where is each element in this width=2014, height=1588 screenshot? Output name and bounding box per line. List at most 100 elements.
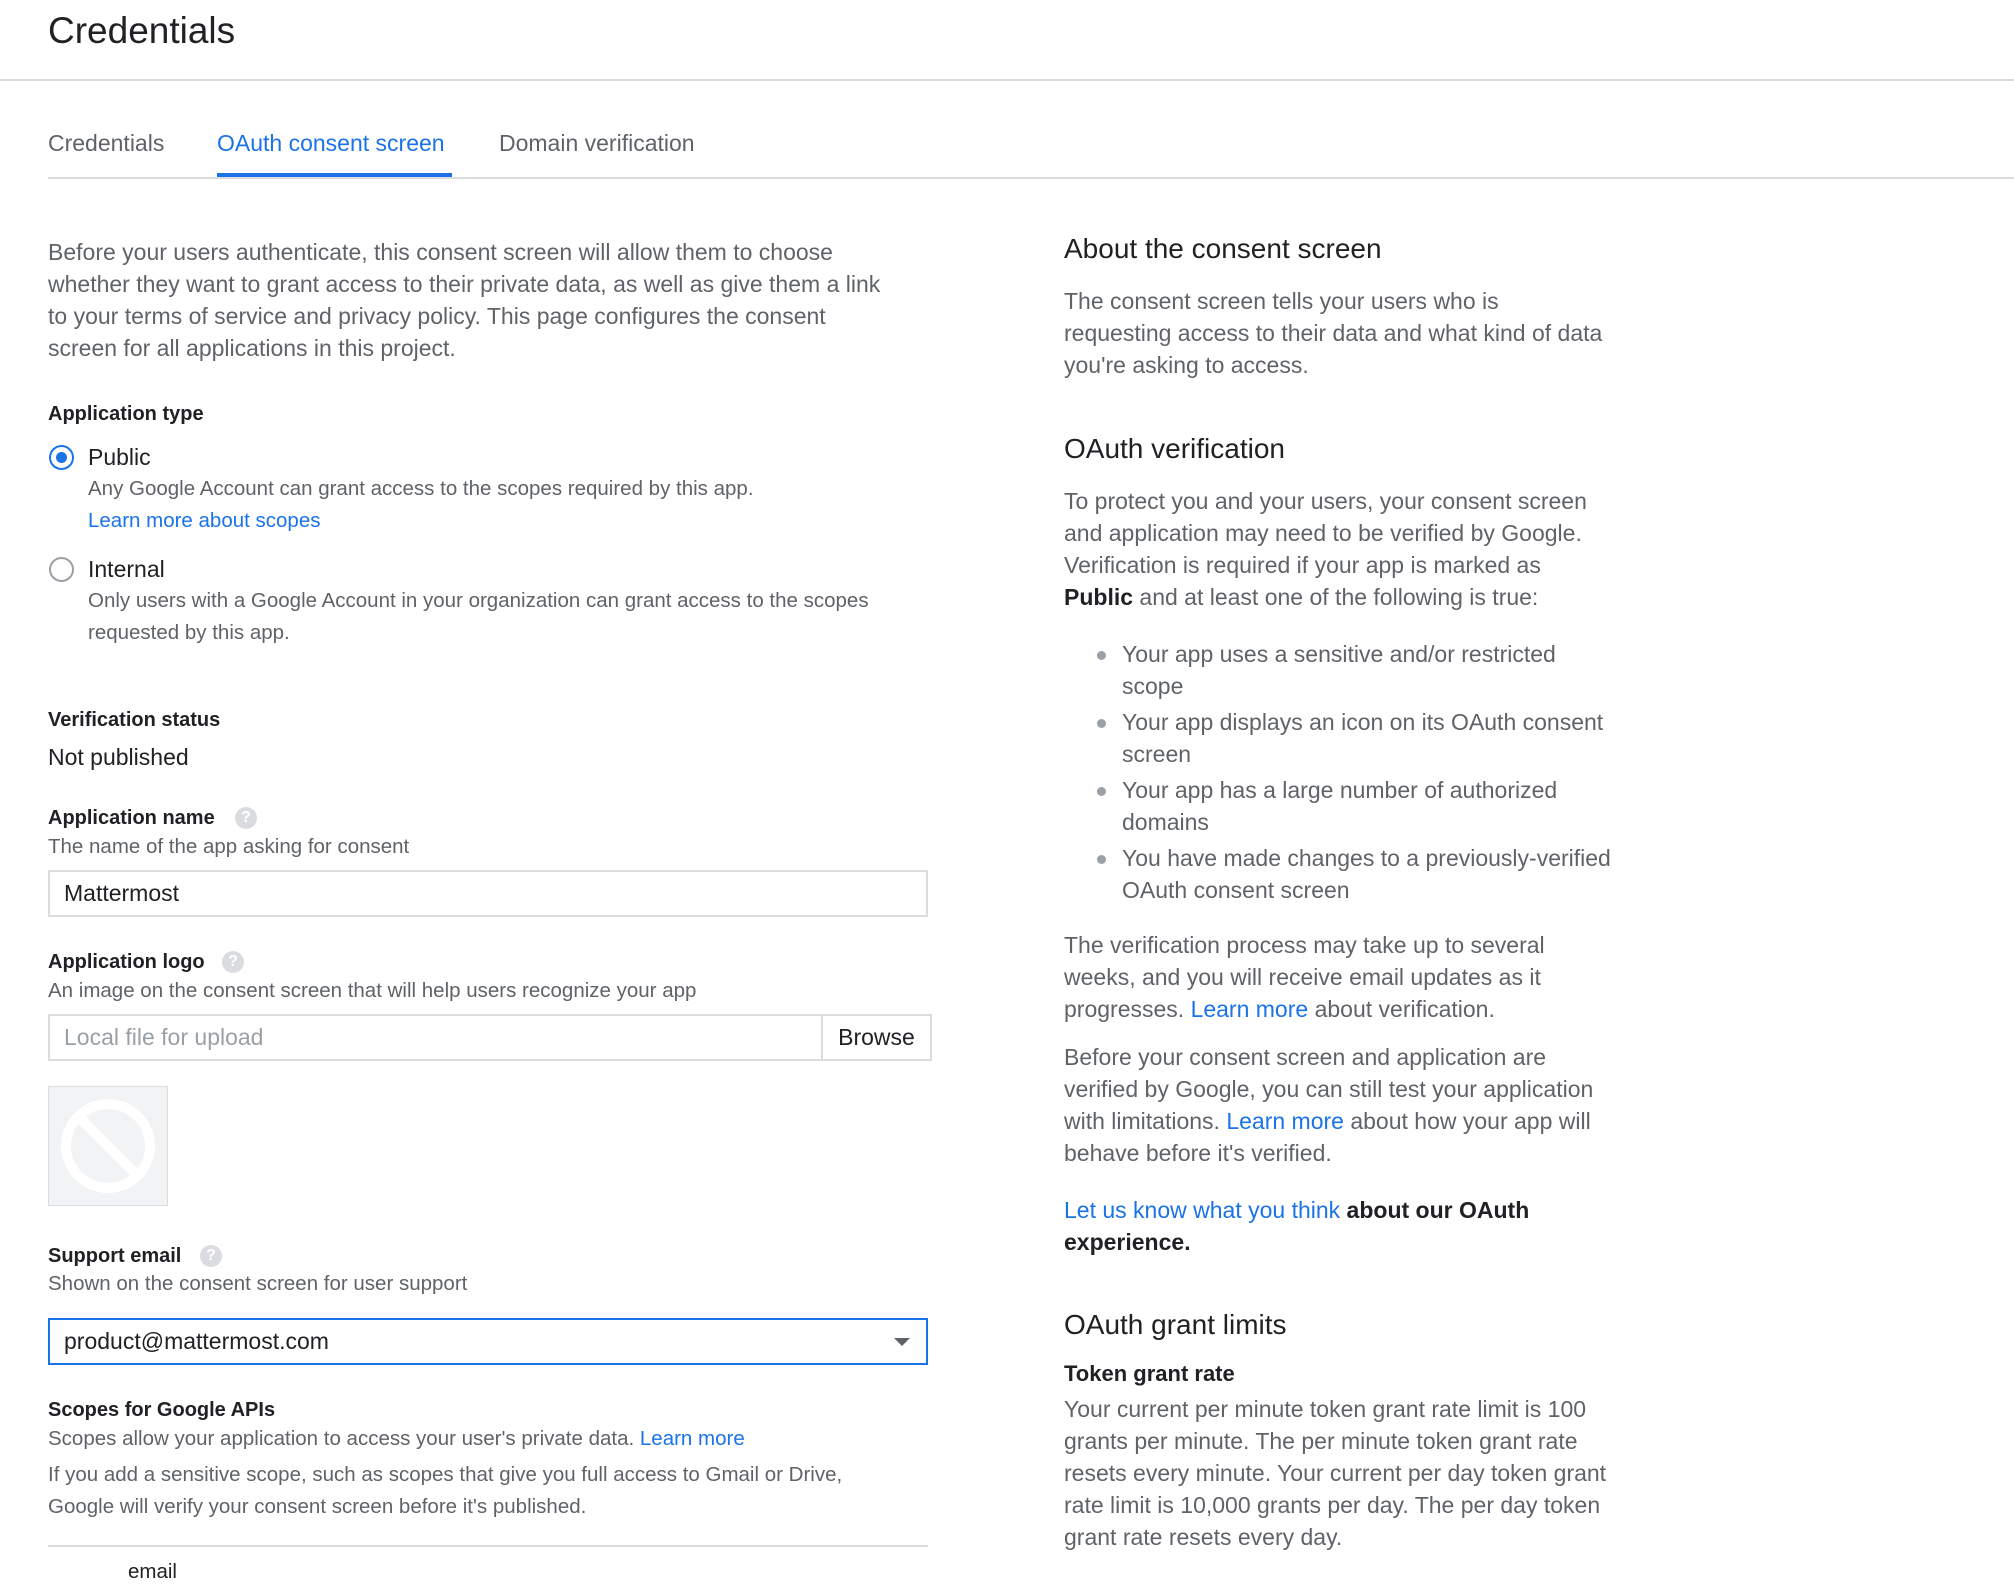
tab-credentials[interactable]: Credentials [48, 130, 164, 157]
verification-line: To protect you and your users, your cons… [1064, 488, 1587, 514]
verification-line: and application may need to be verified … [1064, 520, 1582, 546]
bullet-line: You have made changes to a previously-ve… [1122, 845, 1611, 871]
bullet-line: screen [1122, 741, 1192, 767]
about-line: requesting access to their data and what… [1064, 320, 1603, 346]
public-option-label[interactable]: Public [88, 441, 151, 473]
learn-more-verification-link[interactable]: Learn more [1191, 996, 1309, 1022]
scopes-description: Scopes allow your application to access … [48, 1423, 745, 1455]
scopes-note: If you add a sensitive scope, such as sc… [48, 1459, 842, 1523]
grant-line: grants per minute. The per minute token … [1064, 1428, 1578, 1454]
process-line: The verification process may take up to … [1064, 932, 1545, 958]
logo-file-input[interactable] [48, 1014, 823, 1061]
about-consent-screen-heading: About the consent screen [1064, 233, 1382, 264]
application-type-label: Application type [48, 403, 204, 425]
verification-process-text: The verification process may take up to … [1064, 929, 1545, 1025]
bullet-item: Your app has a large number of authorize… [1122, 774, 1557, 838]
internal-desc-line: requested by this app. [88, 621, 290, 644]
bullet-line: domains [1122, 809, 1209, 835]
before-suffix: about how your app will [1343, 1108, 1591, 1134]
process-prefix: progresses. [1064, 996, 1185, 1022]
no-image-icon [61, 1099, 155, 1193]
support-email-label: Support email [48, 1245, 182, 1267]
learn-more-scopes-link[interactable]: Learn more about scopes [88, 505, 320, 537]
grant-line: resets every minute. Your current per da… [1064, 1460, 1607, 1486]
feedback-suffix: about our OAuth [1340, 1197, 1530, 1223]
bullet-dot [1097, 855, 1106, 864]
bullet-dot [1097, 719, 1106, 728]
verification-line-last: Public and at least one of the following… [1064, 581, 1587, 613]
grant-line: Your current per minute token grant rate… [1064, 1396, 1587, 1422]
about-line: you're asking to access. [1064, 352, 1309, 378]
radio-internal[interactable] [49, 557, 74, 582]
title-divider [0, 79, 2014, 81]
internal-option-label[interactable]: Internal [88, 553, 165, 585]
support-email-select[interactable]: product@mattermost.com [48, 1318, 928, 1365]
feedback-link[interactable]: Let us know what you think [1064, 1197, 1340, 1223]
before-line: Before your consent screen and applicati… [1064, 1044, 1547, 1070]
verification-status-value: Not published [48, 744, 189, 770]
bullet-line: scope [1122, 673, 1184, 699]
oauth-grant-limits-heading: OAuth grant limits [1064, 1309, 1287, 1340]
help-circle-icon[interactable]: ? [200, 1245, 222, 1267]
token-grant-rate-heading: Token grant rate [1064, 1361, 1235, 1386]
intro-line: whether they want to grant access to the… [48, 271, 881, 297]
internal-option-description: Only users with a Google Account in your… [88, 585, 869, 649]
intro-line: Before your users authenticate, this con… [48, 239, 833, 265]
support-email-description: Shown on the consent screen for user sup… [48, 1272, 468, 1295]
grant-line: rate limit is 10,000 grants per day. The… [1064, 1492, 1601, 1518]
dropdown-arrow-icon [894, 1338, 910, 1346]
help-circle-icon[interactable]: ? [222, 951, 244, 973]
tab-domain-verification[interactable]: Domain verification [499, 130, 695, 157]
grant-line: grant rate resets every day. [1064, 1524, 1343, 1550]
scopes-learn-more-link[interactable]: Learn more [640, 1427, 745, 1450]
process-line-last: progresses. Learn more about verificatio… [1064, 993, 1545, 1025]
feedback-line: Let us know what you think about our OAu… [1064, 1194, 1529, 1226]
public-option-description: Any Google Account can grant access to t… [88, 477, 754, 500]
help-circle-icon[interactable]: ? [235, 807, 257, 829]
before-line: verified by Google, you can still test y… [1064, 1076, 1594, 1102]
application-name-description: The name of the app asking for consent [48, 835, 410, 858]
scopes-desc-text: Scopes allow your application to access … [48, 1427, 635, 1450]
learn-more-testing-link[interactable]: Learn more [1226, 1108, 1344, 1134]
application-name-input[interactable] [48, 870, 928, 917]
before-line: with limitations. Learn more about how y… [1064, 1105, 1593, 1137]
logo-preview [48, 1086, 168, 1206]
application-name-label: Application name [48, 807, 215, 829]
bullet-line: Your app displays an icon on its OAuth c… [1122, 709, 1604, 735]
verification-line: Verification is required if your app is … [1064, 552, 1541, 578]
scopes-label: Scopes for Google APIs [48, 1399, 276, 1421]
scope-item-email: email [128, 1560, 177, 1583]
browse-button[interactable]: Browse [821, 1014, 932, 1061]
process-line: weeks, and you will receive email update… [1064, 964, 1541, 990]
feedback-text: Let us know what you think about our OAu… [1064, 1194, 1529, 1258]
before-prefix: with limitations. [1064, 1108, 1220, 1134]
feedback-line: experience. [1064, 1229, 1191, 1255]
internal-desc-line: Only users with a Google Account in your… [88, 589, 869, 612]
process-suffix: about verification. [1308, 996, 1495, 1022]
tabs-divider [48, 177, 2014, 179]
page-title: Credentials [48, 10, 236, 51]
intro-line: to your terms of service and privacy pol… [48, 303, 826, 329]
about-consent-screen-text: The consent screen tells your users who … [1064, 285, 1602, 381]
bullet-line: OAuth consent screen [1122, 877, 1350, 903]
oauth-verification-text: To protect you and your users, your cons… [1064, 485, 1587, 613]
public-emphasis: Public [1064, 584, 1134, 610]
intro-line: screen for all applications in this proj… [48, 335, 456, 361]
bullet-item: Your app uses a sensitive and/or restric… [1122, 638, 1556, 702]
before-verified-text: Before your consent screen and applicati… [1064, 1041, 1593, 1169]
scopes-divider [48, 1545, 928, 1547]
application-logo-label: Application logo [48, 951, 205, 973]
token-grant-rate-text: Your current per minute token grant rate… [1064, 1393, 1606, 1553]
bullet-item: Your app displays an icon on its OAuth c… [1122, 706, 1603, 770]
application-logo-description: An image on the consent screen that will… [48, 979, 697, 1002]
tab-oauth-consent-screen[interactable]: OAuth consent screen [217, 130, 445, 157]
intro-text: Before your users authenticate, this con… [48, 236, 928, 364]
verification-status-label: Verification status [48, 709, 221, 731]
verification-tail: and at least one of the following is tru… [1133, 584, 1539, 610]
bullet-dot [1097, 787, 1106, 796]
radio-public[interactable] [49, 445, 74, 470]
bullet-line: Your app uses a sensitive and/or restric… [1122, 641, 1556, 667]
bullet-item: You have made changes to a previously-ve… [1122, 842, 1611, 906]
bullet-dot [1097, 651, 1106, 660]
about-line: The consent screen tells your users who … [1064, 288, 1499, 314]
